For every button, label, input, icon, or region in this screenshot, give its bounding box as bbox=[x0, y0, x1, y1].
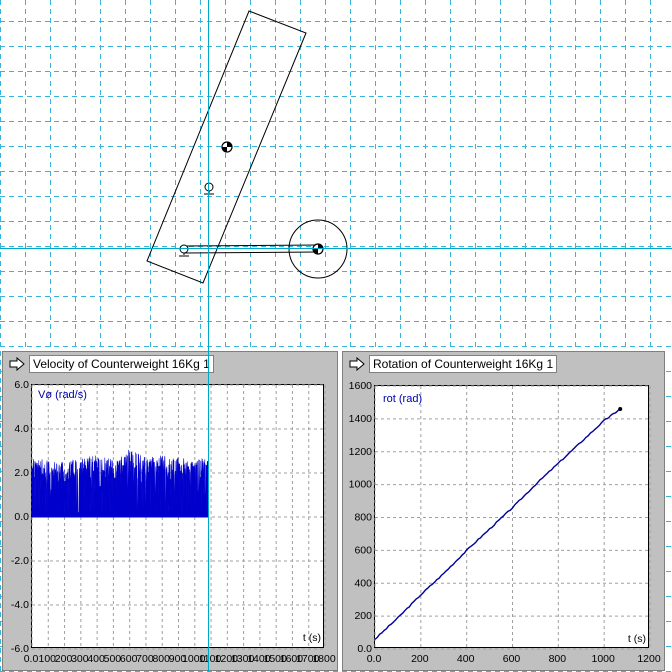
y-tick-label: -6.0 bbox=[11, 643, 29, 655]
y-tick-label: 1600 bbox=[349, 380, 373, 392]
x-tick-label: 1800 bbox=[312, 653, 336, 665]
y-tick-label: 0.0 bbox=[14, 511, 29, 523]
connecting-rod-bottom[interactable] bbox=[183, 251, 319, 254]
x-tick-label: 800 bbox=[152, 653, 170, 665]
x-tick-label: 1000 bbox=[591, 653, 615, 665]
y-tick-label: 800 bbox=[354, 512, 372, 524]
velocity-meter-panel[interactable]: Velocity of Counterweight 16Kg 1 Vø (rad… bbox=[2, 351, 338, 671]
y-tick-label: 6.0 bbox=[14, 379, 29, 391]
x-tick-label: 400 bbox=[457, 653, 475, 665]
x-tick-label: 600 bbox=[120, 653, 138, 665]
y-tick-label: 0.0 bbox=[357, 643, 372, 655]
rod-joint-icon[interactable] bbox=[179, 244, 189, 257]
y-tick-label: 1200 bbox=[349, 446, 373, 458]
x-tick-label: 100 bbox=[39, 653, 57, 665]
y-tick-label: 600 bbox=[354, 544, 372, 556]
connecting-rod-top[interactable] bbox=[183, 244, 319, 247]
y-tick-label: 2.0 bbox=[14, 467, 29, 479]
rotation-axes-labels: 0.0 200 400 600 800 1000 12000.020040060080010… bbox=[349, 380, 661, 665]
x-tick-label: 600 bbox=[503, 653, 521, 665]
pin-joint-icon[interactable] bbox=[204, 182, 214, 195]
y-tick-label: 1400 bbox=[349, 413, 373, 425]
y-tick-label: 4.0 bbox=[14, 423, 29, 435]
x-tick-label: 500 bbox=[104, 653, 122, 665]
rotation-meter-panel[interactable]: Rotation of Counterweight 16Kg 1 rot (ra… bbox=[342, 351, 665, 671]
y-tick-label: 200 bbox=[354, 610, 372, 622]
x-tick-label: 800 bbox=[549, 653, 567, 665]
x-tick-label: 300 bbox=[71, 653, 89, 665]
y-tick-label: 400 bbox=[354, 577, 372, 589]
simulation-workspace[interactable]: Velocity of Counterweight 16Kg 1 Vø (rad… bbox=[0, 0, 672, 672]
x-tick-label: 200 bbox=[55, 653, 73, 665]
y-tick-label: -2.0 bbox=[11, 555, 29, 567]
x-tick-label: 700 bbox=[136, 653, 154, 665]
x-tick-label: 400 bbox=[87, 653, 105, 665]
velocity-axes-labels: 0.0 1002003004005006007008009001000110012… bbox=[11, 379, 336, 665]
y-tick-label: -4.0 bbox=[11, 599, 29, 611]
x-tick-label: 1200 bbox=[637, 653, 661, 665]
center-of-mass-icon[interactable] bbox=[221, 141, 233, 153]
x-tick-label: 200 bbox=[411, 653, 429, 665]
counterweight-center-of-mass-icon[interactable] bbox=[312, 243, 324, 255]
y-tick-label: 1000 bbox=[349, 479, 373, 491]
